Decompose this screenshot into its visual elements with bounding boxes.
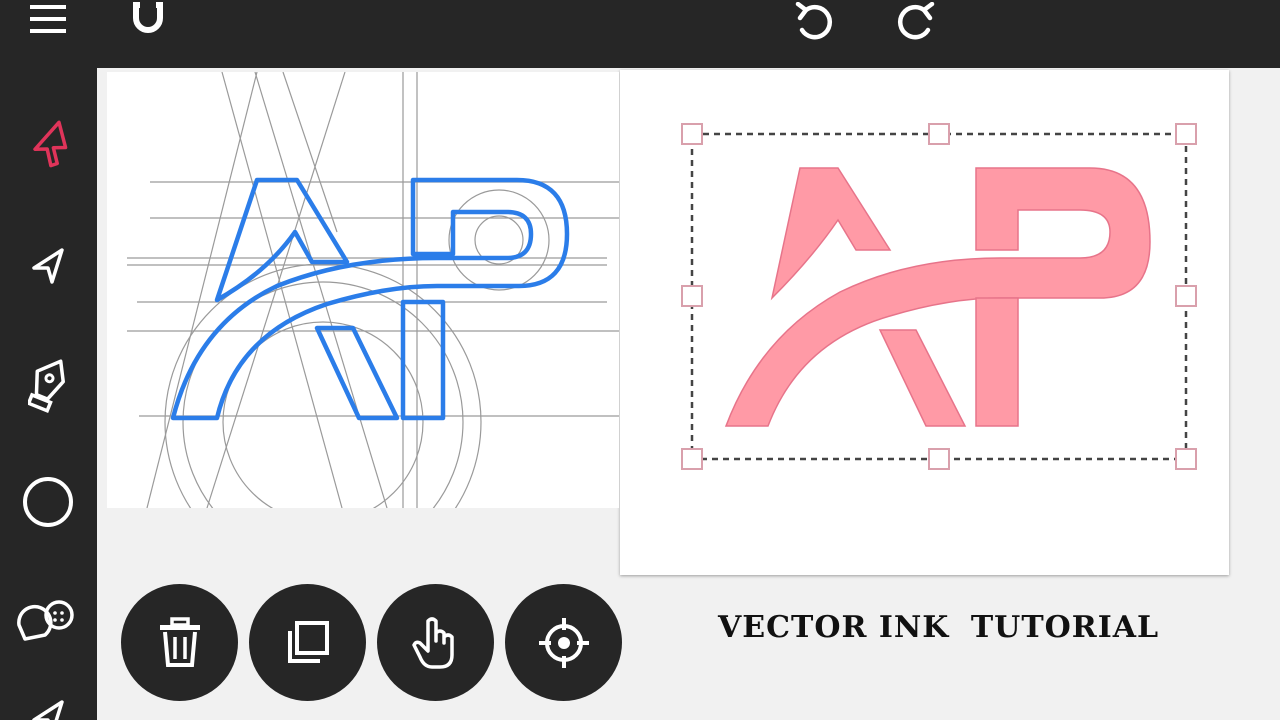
resize-handle-bottom-left[interactable] — [681, 448, 703, 470]
hollow-arrow-icon — [32, 700, 64, 720]
hollow-arrow-icon — [32, 248, 64, 284]
selection-tool[interactable] — [12, 108, 84, 180]
sketch-logo-outline — [170, 177, 570, 421]
delete-button[interactable] — [121, 584, 238, 701]
crosshair-icon — [538, 617, 589, 668]
construction-guidelines — [127, 72, 619, 508]
arrow-cursor-icon — [33, 120, 68, 168]
pen-nib-icon — [28, 359, 65, 414]
hamburger-menu-icon — [30, 5, 66, 33]
tutorial-caption: VECTOR INK TUTORIAL — [718, 610, 1218, 645]
more-tools-item[interactable] — [12, 688, 84, 720]
copy-icon — [287, 620, 329, 663]
duplicate-button[interactable] — [249, 584, 366, 701]
redo-icon — [898, 2, 935, 40]
artboard[interactable] — [620, 70, 1229, 575]
resize-handle-top-center[interactable] — [928, 123, 950, 145]
resize-handle-top-right[interactable] — [1175, 123, 1197, 145]
undo-button[interactable] — [785, 0, 845, 44]
shape-builder-icon — [17, 600, 74, 641]
menu-button[interactable] — [18, 0, 78, 40]
logo-artwork — [681, 123, 1197, 470]
caption-subtitle: TUTORIAL — [970, 610, 1160, 645]
resize-handle-bottom-right[interactable] — [1175, 448, 1197, 470]
top-toolbar — [0, 0, 1280, 68]
redo-button[interactable] — [885, 0, 945, 44]
logo-a-shape[interactable] — [724, 167, 1151, 427]
undo-icon — [795, 2, 832, 40]
pan-button[interactable] — [377, 584, 494, 701]
tool-sidebar — [0, 68, 97, 720]
hand-pointer-icon — [411, 616, 454, 669]
construction-sketch — [107, 72, 619, 508]
resize-handle-bottom-center[interactable] — [928, 448, 950, 470]
resize-handle-middle-right[interactable] — [1175, 285, 1197, 307]
center-button[interactable] — [505, 584, 622, 701]
magnet-icon — [133, 2, 163, 33]
pen-tool[interactable] — [12, 348, 84, 420]
resize-handle-middle-left[interactable] — [681, 285, 703, 307]
circle-icon — [23, 477, 73, 527]
caption-title: VECTOR INK — [718, 610, 950, 645]
shape-builder-tool[interactable] — [12, 584, 84, 656]
snap-toggle-button[interactable] — [118, 0, 178, 44]
resize-handle-top-left[interactable] — [681, 123, 703, 145]
direct-selection-tool[interactable] — [12, 230, 84, 302]
shape-tool[interactable] — [12, 466, 84, 538]
trash-icon — [159, 616, 200, 667]
